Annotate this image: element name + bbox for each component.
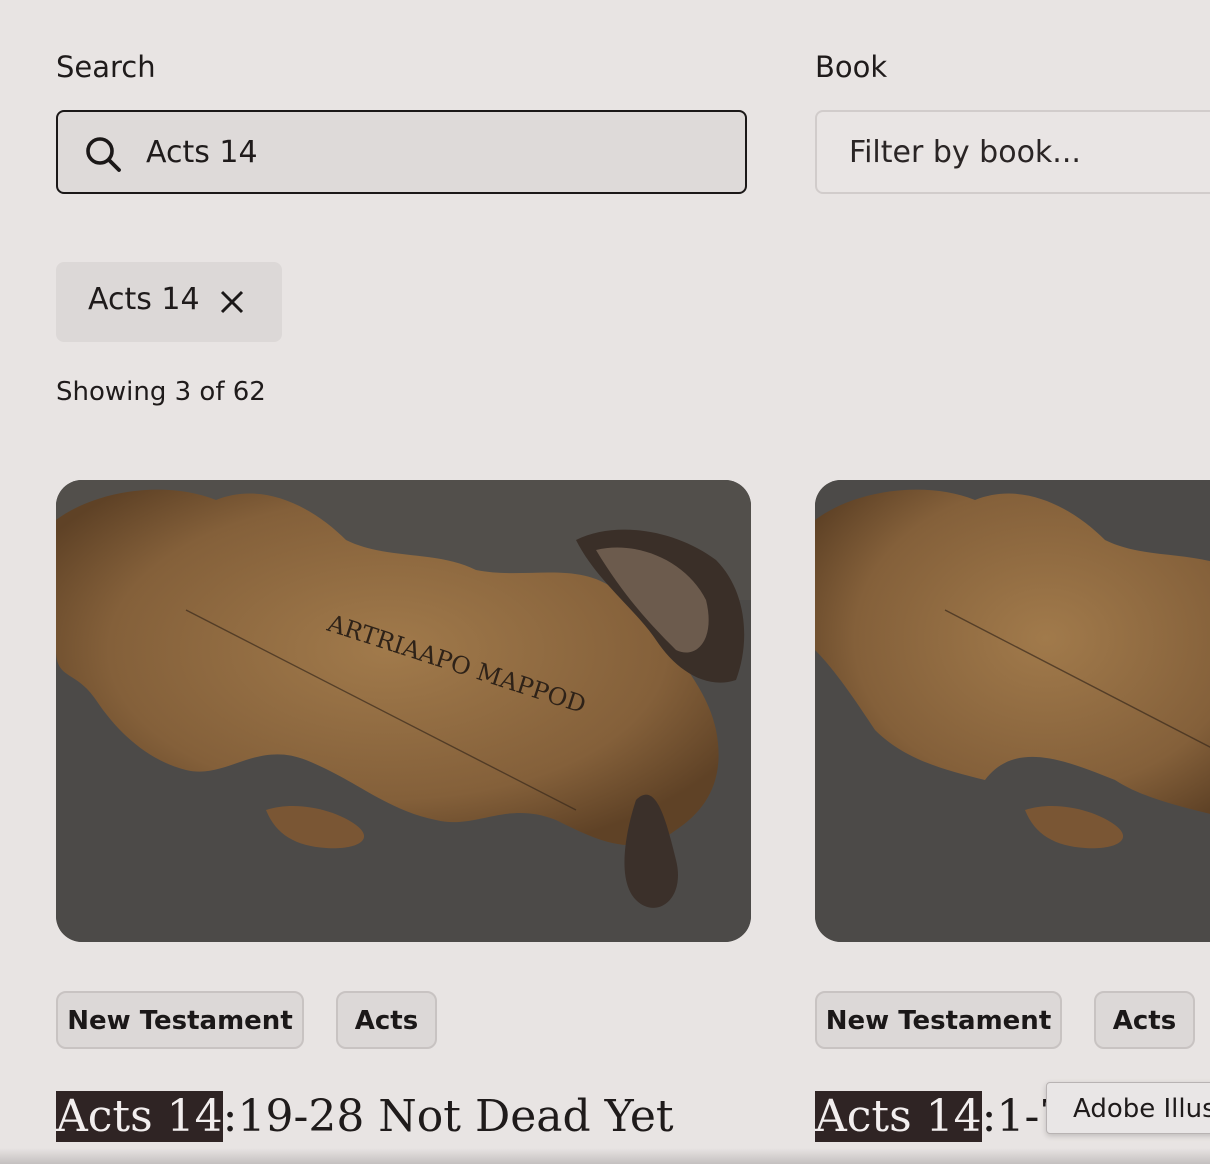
card-image[interactable]: ARTRIAAPO MAPPOD [56,480,751,942]
search-input[interactable] [146,126,706,178]
tooltip: Adobe Illus [1046,1082,1210,1134]
chip-label: Acts 14 [88,282,200,317]
result-count: Showing 3 of 62 [56,377,266,407]
book-filter-input[interactable] [849,126,1209,178]
search-field[interactable] [56,110,747,194]
tag-new-testament[interactable]: New Testament [815,991,1062,1049]
tag-new-testament[interactable]: New Testament [56,991,304,1049]
book-filter-field[interactable] [815,110,1210,194]
active-filter-chip: Acts 14 [56,262,282,342]
title-highlight: Acts 14 [815,1091,982,1142]
search-icon [86,137,121,172]
title-highlight: Acts 14 [56,1091,223,1142]
search-label: Search [56,50,156,84]
card-title[interactable]: Acts 14:19-28 Not Dead Yet [56,1088,674,1146]
title-text: :19-28 Not Dead Yet [222,1091,674,1142]
card-image[interactable] [815,480,1210,942]
tag-acts[interactable]: Acts [1094,991,1195,1049]
bottom-edge-shadow [0,1148,1210,1164]
close-icon[interactable] [218,288,246,316]
page: Search Book Acts 14 Showing 3 of 62 [0,0,1210,1164]
book-label: Book [815,50,888,84]
tag-acts[interactable]: Acts [336,991,437,1049]
